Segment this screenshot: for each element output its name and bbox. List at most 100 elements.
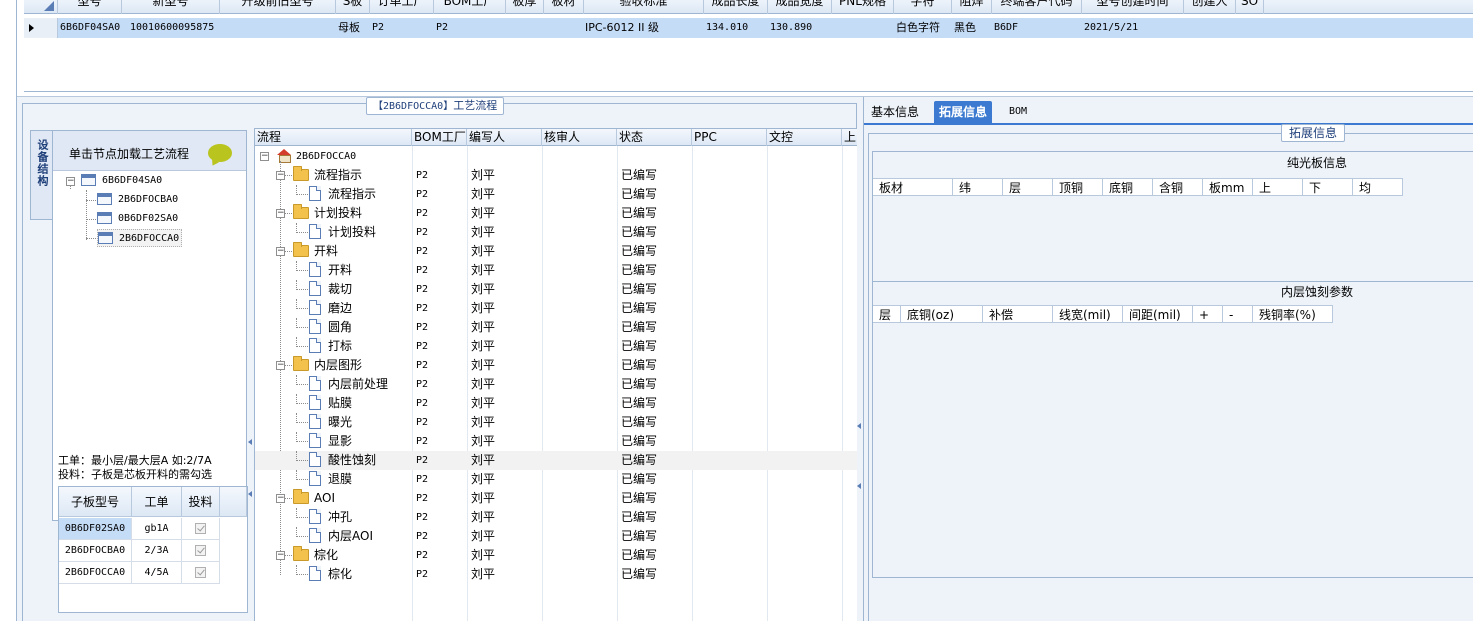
cell-customer[interactable]: B6DF xyxy=(994,18,1018,38)
col-creator[interactable]: 创建人 xyxy=(1184,0,1236,14)
col-compensation[interactable]: 补偿 xyxy=(983,305,1053,323)
cell-status[interactable]: 已编写 xyxy=(621,546,657,565)
cell-created[interactable]: 2021/5/21 xyxy=(1084,18,1138,38)
tree-node-child[interactable]: 0B6DF02SA0 xyxy=(97,210,178,228)
col-plus[interactable]: + xyxy=(1193,305,1223,323)
collapse-icon[interactable]: − xyxy=(276,247,285,256)
collapse-icon[interactable]: − xyxy=(260,152,269,161)
col-material[interactable]: 板材 xyxy=(544,0,584,14)
tree-node-selected[interactable]: 2B6DFOCCA0 xyxy=(97,229,183,247)
cell-status[interactable]: 已编写 xyxy=(621,318,657,337)
cell-writer[interactable]: 刘平 xyxy=(471,508,495,527)
col-width[interactable]: 成品宽度 xyxy=(768,0,832,14)
cell-bom-factory[interactable]: P2 xyxy=(416,527,428,546)
cell-status[interactable]: 已编写 xyxy=(621,432,657,451)
col-line-width[interactable]: 线宽(mil) xyxy=(1053,305,1123,323)
process-name-cell[interactable]: 内层AOI xyxy=(309,527,373,546)
cell-acceptance[interactable]: IPC-6012 II 级 xyxy=(585,18,659,38)
cell-status[interactable]: 已编写 xyxy=(621,470,657,489)
process-name-cell[interactable]: 圆角 xyxy=(309,318,352,337)
cell-status[interactable]: 已编写 xyxy=(621,166,657,185)
process-step-row[interactable]: 内层AOI P2 刘平 已编写 xyxy=(255,527,859,546)
left-splitter[interactable] xyxy=(248,134,253,554)
process-step-row[interactable]: 贴膜 P2 刘平 已编写 xyxy=(255,394,859,413)
cell-sub-order[interactable]: 2/3A xyxy=(132,540,182,562)
cell-bom-factory[interactable]: P2 xyxy=(416,242,428,261)
collapse-icon[interactable]: − xyxy=(276,209,285,218)
process-name-cell[interactable]: 显影 xyxy=(309,432,352,451)
cell-status[interactable]: 已编写 xyxy=(621,413,657,432)
process-name-cell[interactable]: 计划投料 xyxy=(309,223,376,242)
cell-sub-feed[interactable] xyxy=(182,562,220,584)
cell-bom-factory[interactable]: P2 xyxy=(416,394,428,413)
col-s-board[interactable]: S板 xyxy=(336,0,370,14)
cell-status[interactable]: 已编写 xyxy=(621,375,657,394)
tab-bom[interactable]: BOM xyxy=(1004,101,1032,125)
cell-sub-model[interactable]: 0B6DF02SA0 xyxy=(59,518,132,540)
cell-status[interactable]: 已编写 xyxy=(621,489,657,508)
process-name-cell[interactable]: 棕化 xyxy=(293,545,338,565)
cell-status[interactable]: 已编写 xyxy=(621,451,657,470)
col-legend[interactable]: 字符 xyxy=(894,0,952,14)
process-step-row[interactable]: 显影 P2 刘平 已编写 xyxy=(255,432,859,451)
col-residual-copper[interactable]: 残铜率(%) xyxy=(1253,305,1333,323)
cell-bom-factory[interactable]: P2 xyxy=(416,546,428,565)
cell-bom-factory[interactable]: P2 xyxy=(416,299,428,318)
cell-writer[interactable]: 刘平 xyxy=(471,394,495,413)
tab-extended-info[interactable]: 拓展信息 xyxy=(934,101,993,125)
cell-status[interactable]: 已编写 xyxy=(621,508,657,527)
cell-bom-factory[interactable]: P2 xyxy=(416,432,428,451)
tree-node-child[interactable]: 2B6DFOCBA0 xyxy=(97,191,178,209)
col-board-material[interactable]: 板材 xyxy=(873,178,953,196)
cell-status[interactable]: 已编写 xyxy=(621,527,657,546)
cell-writer[interactable]: 刘平 xyxy=(471,318,495,337)
speech-bubble-icon[interactable] xyxy=(208,144,232,162)
cell-bom-factory[interactable]: P2 xyxy=(416,413,428,432)
tree-node-root[interactable]: 6B6DF04SA0 xyxy=(81,172,162,190)
process-step-row[interactable]: 裁切 P2 刘平 已编写 xyxy=(255,280,859,299)
cell-writer[interactable]: 刘平 xyxy=(471,337,495,356)
process-step-row[interactable]: 曝光 P2 刘平 已编写 xyxy=(255,413,859,432)
cell-legend[interactable]: 白色字符 xyxy=(896,18,940,38)
col-top-copper[interactable]: 顶铜 xyxy=(1053,178,1103,196)
col-bom-factory[interactable]: BOM工厂 xyxy=(412,129,467,146)
cell-status[interactable]: 已编写 xyxy=(621,185,657,204)
cell-writer[interactable]: 刘平 xyxy=(471,527,495,546)
col-upper[interactable]: 上 xyxy=(1253,178,1303,196)
cell-status[interactable]: 已编写 xyxy=(621,261,657,280)
cell-bom-factory[interactable]: P2 xyxy=(416,261,428,280)
process-group-row[interactable]: − 棕化 P2 刘平 已编写 xyxy=(255,545,859,565)
process-step-row[interactable]: 开料 P2 刘平 已编写 xyxy=(255,261,859,280)
cell-bom-factory[interactable]: P2 xyxy=(416,185,428,204)
cell-bom-factory[interactable]: P2 xyxy=(416,565,428,584)
cell-writer[interactable]: 刘平 xyxy=(471,546,495,565)
cell-bom-factory[interactable]: P2 xyxy=(416,337,428,356)
cell-writer[interactable]: 刘平 xyxy=(471,413,495,432)
col-base-copper[interactable]: 底铜(oz) xyxy=(901,305,983,323)
col-solder[interactable]: 阻焊 xyxy=(952,0,992,14)
cell-writer[interactable]: 刘平 xyxy=(471,356,495,375)
cell-bom-factory[interactable]: P2 xyxy=(416,318,428,337)
process-name-cell[interactable]: 内层前处理 xyxy=(309,375,388,394)
cell-writer[interactable]: 刘平 xyxy=(471,432,495,451)
cell-writer[interactable]: 刘平 xyxy=(471,166,495,185)
cell-bom-factory[interactable]: P2 xyxy=(416,508,428,527)
process-step-row[interactable]: 磨边 P2 刘平 已编写 xyxy=(255,299,859,318)
cell-status[interactable]: 已编写 xyxy=(621,223,657,242)
cell-length[interactable]: 134.010 xyxy=(706,18,748,38)
cell-bom-factory[interactable]: P2 xyxy=(416,223,428,242)
cell-writer[interactable]: 刘平 xyxy=(471,261,495,280)
cell-bom-factory[interactable]: P2 xyxy=(436,18,448,38)
process-name-cell[interactable]: 贴膜 xyxy=(309,394,352,413)
process-group-row[interactable]: − 流程指示 P2 刘平 已编写 xyxy=(255,165,859,185)
cell-bom-factory[interactable]: P2 xyxy=(416,166,428,185)
process-step-row[interactable]: 打标 P2 刘平 已编写 xyxy=(255,337,859,356)
cell-model[interactable]: 6B6DF04SA0 xyxy=(60,18,120,38)
cell-s-board[interactable]: 母板 xyxy=(338,18,360,38)
col-spacing[interactable]: 间距(mil) xyxy=(1123,305,1193,323)
col-length[interactable]: 成品长度 xyxy=(704,0,768,14)
col-old-model[interactable]: 升级前旧型号 xyxy=(220,0,336,14)
process-step-row[interactable]: 内层前处理 P2 刘平 已编写 xyxy=(255,375,859,394)
col-created[interactable]: 型号创建时间 xyxy=(1082,0,1184,14)
process-root-row[interactable]: − 2B6DFOCCA0 xyxy=(255,147,859,166)
